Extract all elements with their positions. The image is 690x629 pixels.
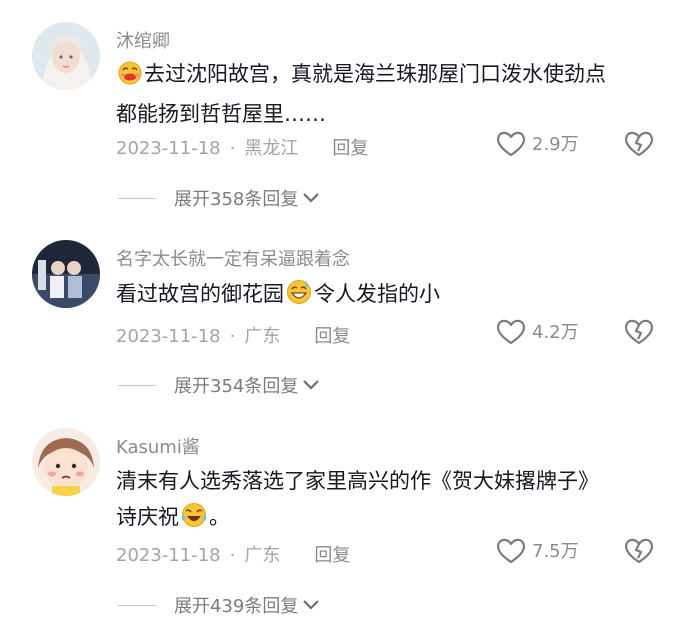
expand-replies-button[interactable]: 展开354条回复 xyxy=(118,372,320,398)
comment-text-segment: 诗庆祝 xyxy=(116,505,179,529)
reply-button[interactable]: 回复 xyxy=(332,138,368,159)
expand-replies-label: 展开354条回复 xyxy=(174,376,299,397)
rolling-laugh-emoji xyxy=(181,502,207,539)
like-count: 4.2万 xyxy=(532,322,579,343)
like-count: 7.5万 xyxy=(532,541,579,562)
comment-text-segment: 令人发指的小 xyxy=(314,282,440,306)
comment-meta: 2023-11-18 · 黑龙江 回复 xyxy=(116,134,368,160)
heart-icon xyxy=(497,131,525,157)
avatar[interactable] xyxy=(32,22,100,90)
comment-date: 2023-11-18 xyxy=(116,545,221,566)
chevron-down-icon xyxy=(303,193,320,203)
avatar[interactable] xyxy=(32,428,100,496)
comment-date: 2023-11-18 xyxy=(116,326,221,347)
heart-icon xyxy=(497,538,525,564)
meta-dot: · xyxy=(229,545,236,566)
comment-meta: 2023-11-18 · 广东 回复 xyxy=(116,541,350,567)
meta-dot: · xyxy=(229,326,236,347)
like-button[interactable]: 4.2万 xyxy=(496,317,579,345)
smiling-blush-emoji xyxy=(118,60,142,96)
comment-location: 广东 xyxy=(244,545,281,566)
comment-text: 清末有人选秀落选了家里高兴的作《贺大妹撂牌子》 诗庆祝 。 xyxy=(116,463,676,539)
broken-heart-icon xyxy=(625,319,653,345)
grin-sweat-emoji xyxy=(286,279,312,316)
comment-location: 黑龙江 xyxy=(244,138,299,159)
chevron-down-icon xyxy=(303,600,320,610)
comment-location: 广东 xyxy=(244,326,281,347)
dislike-button[interactable] xyxy=(624,536,654,568)
expand-replies-button[interactable]: 展开439条回复 xyxy=(118,592,320,618)
comment-text-line: 去过沈阳故宫，真就是海兰珠那屋门口泼水使劲点 xyxy=(144,62,606,86)
comment-username[interactable]: 沐绾卿 xyxy=(116,27,170,53)
broken-heart-icon xyxy=(625,538,653,564)
dislike-button[interactable] xyxy=(624,317,654,349)
expand-replies-label: 展开358条回复 xyxy=(174,189,299,210)
reply-button[interactable]: 回复 xyxy=(314,326,350,347)
like-button[interactable]: 2.9万 xyxy=(496,129,579,157)
comment-text-segment: 。 xyxy=(209,505,230,529)
chevron-down-icon xyxy=(303,380,320,390)
comment-username[interactable]: 名字太长就一定有呆逼跟着念 xyxy=(116,245,350,271)
meta-dot: · xyxy=(229,138,236,159)
comment-text-line: 都能扬到哲哲屋里…… xyxy=(116,102,326,126)
comment-text-segment: 看过故宫的御花园 xyxy=(116,282,284,306)
avatar[interactable] xyxy=(32,240,100,308)
broken-heart-icon xyxy=(625,131,653,157)
heart-icon xyxy=(497,319,525,345)
comment-date: 2023-11-18 xyxy=(116,138,221,159)
divider xyxy=(118,384,156,386)
reply-button[interactable]: 回复 xyxy=(314,545,350,566)
expand-replies-button[interactable]: 展开358条回复 xyxy=(118,185,320,211)
comment-text: 去过沈阳故宫，真就是海兰珠那屋门口泼水使劲点 都能扬到哲哲屋里…… xyxy=(116,56,676,132)
comment-username[interactable]: Kasumi酱 xyxy=(116,433,200,459)
divider xyxy=(118,604,156,606)
comment-text: 看过故宫的御花园 令人发指的小 xyxy=(116,276,676,316)
expand-replies-label: 展开439条回复 xyxy=(174,596,299,617)
like-button[interactable]: 7.5万 xyxy=(496,536,579,564)
comment-text-line: 清末有人选秀落选了家里高兴的作《贺大妹撂牌子》 xyxy=(116,469,599,493)
dislike-button[interactable] xyxy=(624,129,654,161)
comment-meta: 2023-11-18 · 广东 回复 xyxy=(116,322,350,348)
like-count: 2.9万 xyxy=(532,134,579,155)
divider xyxy=(118,197,156,199)
